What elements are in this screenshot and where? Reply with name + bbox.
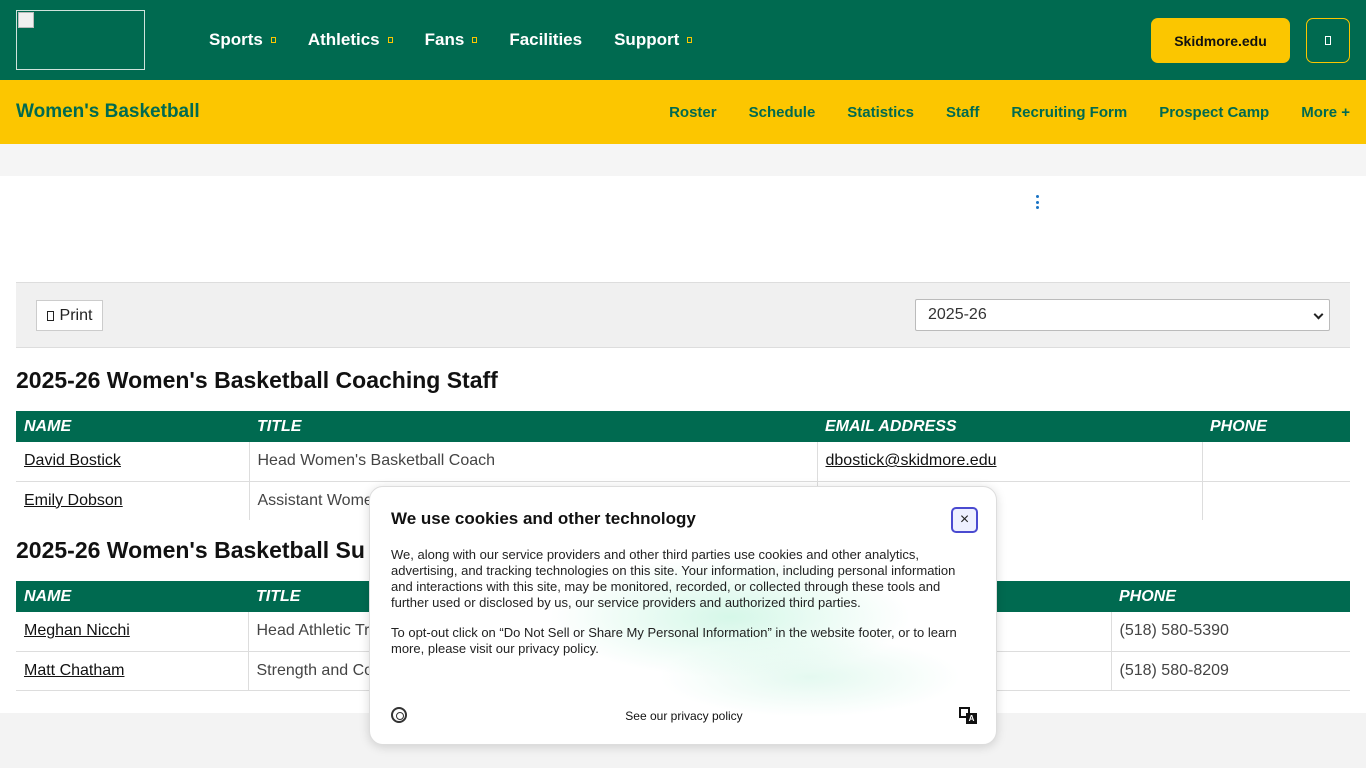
staff-phone-cell: (518) 580-8209: [1111, 651, 1350, 691]
chevron-down-icon: [472, 37, 478, 43]
more-options-icon[interactable]: [1036, 195, 1040, 209]
coaching-staff-title: 2025-26 Women's Basketball Coaching Staf…: [16, 367, 498, 393]
broken-image-icon: [18, 12, 34, 28]
column-header-name: NAME: [16, 411, 249, 442]
chevron-down-icon: [387, 37, 393, 43]
print-label: Print: [59, 306, 93, 324]
menu-button[interactable]: [1306, 18, 1350, 63]
sport-subnav: Women's Basketball Roster Schedule Stati…: [0, 80, 1366, 144]
subnav-prospect-camp[interactable]: Prospect Camp: [1143, 104, 1285, 121]
translate-icon[interactable]: A: [959, 707, 977, 724]
staff-name-link[interactable]: Emily Dobson: [24, 492, 123, 509]
staff-title-cell: Head Women's Basketball Coach: [249, 442, 818, 482]
sport-title[interactable]: Women's Basketball: [16, 80, 200, 144]
staff-name-cell: Meghan Nicchi: [16, 612, 249, 652]
subnav-recruiting-form[interactable]: Recruiting Form: [995, 104, 1143, 121]
column-header-phone: PHONE: [1202, 411, 1350, 442]
nav-athletics-label: Athletics: [307, 30, 380, 49]
nav-sports[interactable]: Sports: [193, 0, 292, 80]
table-row: David Bostick Head Women's Basketball Co…: [16, 442, 1350, 482]
staff-toolbar: Print 2025-26: [16, 282, 1350, 348]
print-button[interactable]: Print: [36, 300, 103, 331]
nav-fans[interactable]: Fans: [409, 0, 494, 80]
nav-support[interactable]: Support: [598, 0, 708, 80]
top-navbar: Sports Athletics Fans Facilities Support…: [0, 0, 1366, 80]
column-header-phone: PHONE: [1111, 581, 1350, 612]
subnav-staff[interactable]: Staff: [930, 104, 995, 121]
column-header-title: TITLE: [249, 411, 817, 442]
chevron-down-icon: [1313, 309, 1324, 320]
chevron-down-icon: [270, 37, 276, 43]
support-staff-title: 2025-26 Women's Basketball Su: [16, 537, 365, 563]
staff-name-link[interactable]: Matt Chatham: [24, 662, 124, 679]
sport-subnav-links: Roster Schedule Statistics Staff Recruit…: [653, 80, 1350, 144]
staff-name-cell: David Bostick: [16, 442, 250, 482]
nav-sports-label: Sports: [209, 30, 263, 49]
cookie-dialog-body: We, along with our service providers and…: [391, 547, 971, 671]
skidmore-edu-button[interactable]: Skidmore.edu: [1151, 18, 1290, 63]
staff-name-link[interactable]: Meghan Nicchi: [24, 622, 130, 639]
staff-name-cell: Matt Chatham: [16, 651, 249, 691]
cookie-paragraph: To opt-out click on “Do Not Sell or Shar…: [391, 625, 957, 656]
staff-phone-cell: (518) 580-5390: [1111, 612, 1350, 652]
nav-fans-label: Fans: [424, 30, 465, 49]
nav-support-label: Support: [614, 30, 680, 49]
print-icon: [46, 310, 54, 321]
table-header-row: NAME TITLE EMAIL ADDRESS PHONE: [16, 411, 1350, 442]
cookie-dialog-title: We use cookies and other technology: [391, 509, 696, 528]
menu-icon: [1325, 36, 1331, 45]
staff-name-link[interactable]: David Bostick: [24, 452, 121, 469]
staff-phone-cell: [1202, 442, 1350, 482]
staff-email-link[interactable]: dbostick@skidmore.edu: [826, 452, 997, 469]
subnav-statistics[interactable]: Statistics: [831, 104, 930, 121]
staff-name-cell: Emily Dobson: [16, 481, 250, 520]
column-header-name: NAME: [16, 581, 248, 612]
page-spacer: [0, 144, 1366, 176]
cookie-paragraph: We, along with our service providers and…: [391, 547, 956, 610]
close-icon: ×: [959, 511, 970, 528]
close-button[interactable]: ×: [951, 507, 978, 533]
nav-athletics[interactable]: Athletics: [292, 0, 409, 80]
privacy-policy-link[interactable]: See our privacy policy: [370, 709, 998, 723]
nav-facilities-label: Facilities: [509, 30, 583, 49]
staff-phone-cell: [1202, 481, 1350, 520]
site-logo[interactable]: [16, 10, 145, 70]
subnav-schedule[interactable]: Schedule: [733, 104, 832, 121]
staff-email-cell: dbostick@skidmore.edu: [817, 442, 1203, 482]
season-select-value: 2025-26: [928, 306, 987, 323]
subnav-more[interactable]: More +: [1285, 104, 1350, 121]
chevron-down-icon: [687, 37, 693, 43]
nav-facilities[interactable]: Facilities: [493, 0, 598, 80]
cookie-consent-dialog: We use cookies and other technology × We…: [369, 486, 997, 745]
main-nav: Sports Athletics Fans Facilities Support: [193, 0, 708, 80]
subnav-roster[interactable]: Roster: [653, 104, 733, 121]
column-header-email: EMAIL ADDRESS: [817, 411, 1202, 442]
season-select[interactable]: 2025-26: [915, 299, 1330, 331]
